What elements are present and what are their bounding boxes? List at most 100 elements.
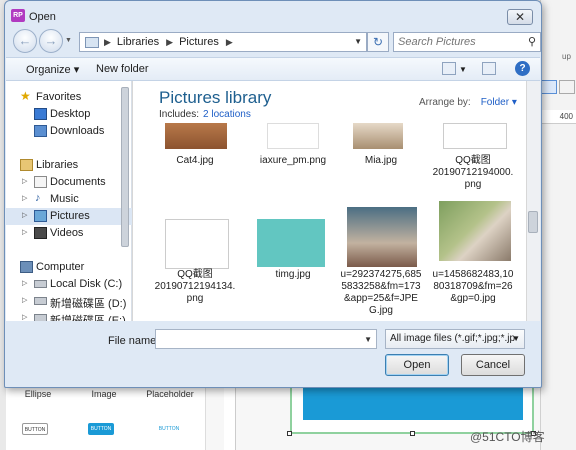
file-item[interactable]: Mia.jpg: [335, 155, 427, 167]
widget-placeholder-label[interactable]: Placeholder: [140, 389, 200, 399]
sidebar-item-drive-d[interactable]: ▷ 新增磁碟區 (D:): [6, 293, 132, 310]
file-list-pane: Pictures library Includes: 2 locations Ar…: [133, 81, 540, 321]
arrange-by: Arrange by: Folder ▾: [419, 97, 517, 108]
file-item[interactable]: timg.jpg: [247, 269, 339, 281]
forward-button[interactable]: →: [39, 29, 63, 53]
arrange-label: Arrange by:: [419, 97, 471, 108]
file-name: timg.jpg: [275, 269, 311, 280]
sidebar-item-label: Music: [50, 193, 79, 205]
canvas-blue-rectangle[interactable]: [303, 388, 523, 420]
file-name-combobox[interactable]: ▼: [155, 329, 377, 349]
sidebar-item-drive-e[interactable]: ▷ 新增磁碟區 (E:): [6, 310, 132, 321]
axure-app-icon: RP: [11, 9, 25, 22]
preview-pane-icon[interactable]: [482, 62, 496, 75]
file-name: QQ截图 20190712194000. png: [432, 155, 514, 190]
file-list-scrollbar[interactable]: [526, 81, 540, 321]
music-icon: ♪: [35, 192, 41, 204]
dialog-title: Open: [29, 11, 56, 23]
includes-locations-link[interactable]: 2 locations: [203, 109, 251, 120]
file-name-input[interactable]: [156, 330, 356, 348]
drive-icon: [34, 314, 47, 321]
sidebar-item-label: Local Disk (C:): [50, 278, 123, 290]
address-bar[interactable]: ▶ Libraries ▶ Pictures ▶ ▼: [79, 32, 367, 52]
file-item[interactable]: iaxure_pm.png: [247, 155, 339, 167]
address-dropdown-icon[interactable]: ▼: [354, 37, 362, 46]
sidebar-item-downloads[interactable]: Downloads: [6, 123, 132, 140]
sidebar-item-favorites[interactable]: ★ Favorites: [6, 89, 132, 106]
sidebar-item-music[interactable]: ▷ ♪ Music: [6, 191, 132, 208]
file-name: QQ截图 20190712194134. png: [154, 269, 236, 304]
recent-locations-dropdown-icon[interactable]: ▼: [65, 37, 72, 44]
sidebar-scrollbar[interactable]: [121, 87, 129, 247]
documents-icon: [34, 176, 47, 188]
file-item[interactable]: Cat4.jpg: [149, 155, 241, 167]
close-button[interactable]: ✕: [507, 9, 533, 25]
change-view-icon[interactable]: [442, 62, 456, 75]
folder-icon: [85, 37, 99, 48]
organize-menu[interactable]: Organize ▾: [26, 63, 79, 76]
widget-button-primary[interactable]: BUTTON: [88, 423, 114, 435]
expand-arrow-icon[interactable]: ▷: [22, 211, 27, 219]
breadcrumb-libraries[interactable]: Libraries: [117, 36, 159, 48]
file-thumbnail: [347, 207, 417, 267]
sidebar-item-label: Libraries: [36, 159, 79, 171]
file-name: u=1458682483,10 80318709&fm=26 &gp=0.jpg: [432, 269, 514, 304]
view-dropdown-icon[interactable]: ▼: [459, 65, 467, 74]
includes-label: Includes:: [159, 109, 200, 120]
desktop-icon: [34, 108, 47, 120]
file-type-filter[interactable]: All image files (*.gif;*.jpg;*.jp ▼: [385, 329, 525, 349]
expand-arrow-icon[interactable]: ▷: [22, 177, 27, 185]
resize-handle-bottom-left[interactable]: [287, 431, 292, 436]
expand-arrow-icon[interactable]: ▷: [22, 194, 27, 202]
sidebar-item-computer[interactable]: Computer: [6, 259, 132, 276]
file-list-scrollbar-thumb[interactable]: [528, 211, 538, 233]
library-title: Pictures library: [159, 88, 272, 107]
drive-icon: [34, 297, 47, 305]
file-item[interactable]: u=292374275,685 5833258&fm=173 &app=25&f…: [335, 269, 427, 317]
back-button[interactable]: ←: [13, 29, 37, 53]
resize-handle-bottom-center[interactable]: [410, 431, 415, 436]
sidebar-item-documents[interactable]: ▷ Documents: [6, 174, 132, 191]
file-thumbnail: [257, 219, 325, 267]
background-align-button[interactable]: [541, 80, 557, 94]
widget-button-default[interactable]: BUTTON: [22, 423, 48, 435]
file-tiles: Cat4.jpg iaxure_pm.png Mia.jpg QQ截图 2019…: [143, 123, 523, 321]
search-input[interactable]: [398, 35, 518, 49]
file-name-dropdown-icon[interactable]: ▼: [364, 335, 372, 344]
file-thumbnail: [443, 123, 507, 149]
file-item[interactable]: QQ截图 20190712194134. png: [149, 269, 241, 305]
breadcrumb-separator-icon[interactable]: ▶: [166, 37, 173, 47]
widget-button-link[interactable]: BUTTON: [156, 423, 182, 435]
widget-image-label[interactable]: Image: [74, 389, 134, 399]
widget-ellipse-label[interactable]: Ellipse: [8, 389, 68, 399]
background-right-panel: [540, 0, 576, 450]
command-toolbar: Organize ▾ New folder ▼ ?: [6, 57, 540, 81]
file-name: iaxure_pm.png: [259, 155, 327, 166]
expand-arrow-icon[interactable]: ▷: [22, 228, 27, 236]
sidebar-item-videos[interactable]: ▷ Videos: [6, 225, 132, 242]
sidebar-item-label: Pictures: [50, 210, 90, 222]
sidebar-item-label: Downloads: [50, 125, 105, 137]
breadcrumb-pictures[interactable]: Pictures: [179, 36, 219, 48]
sidebar-item-libraries[interactable]: Libraries: [6, 157, 132, 174]
breadcrumb-separator-icon[interactable]: ▶: [226, 37, 233, 47]
open-button[interactable]: Open: [385, 354, 449, 376]
sidebar-item-pictures[interactable]: ▷ Pictures: [6, 208, 132, 225]
cancel-button[interactable]: Cancel: [461, 354, 525, 376]
search-box[interactable]: ⚲: [393, 32, 541, 52]
filter-dropdown-icon[interactable]: ▼: [512, 330, 520, 348]
expand-arrow-icon[interactable]: ▷: [22, 313, 27, 321]
help-icon[interactable]: ?: [515, 61, 530, 76]
file-item[interactable]: u=1458682483,10 80318709&fm=26 &gp=0.jpg: [427, 269, 519, 305]
sidebar-item-desktop[interactable]: Desktop: [6, 106, 132, 123]
breadcrumb-separator-icon[interactable]: ▶: [104, 37, 111, 47]
background-align-button-2[interactable]: [559, 80, 575, 94]
expand-arrow-icon[interactable]: ▷: [22, 279, 27, 287]
new-folder-button[interactable]: New folder: [96, 63, 149, 75]
search-icon[interactable]: ⚲: [528, 35, 536, 48]
refresh-button[interactable]: ↻: [367, 32, 389, 52]
expand-arrow-icon[interactable]: ▷: [22, 296, 27, 304]
sidebar-item-local-disk-c[interactable]: ▷ Local Disk (C:): [6, 276, 132, 293]
arrange-by-dropdown[interactable]: Folder ▾: [481, 97, 517, 108]
file-item[interactable]: QQ截图 20190712194000. png: [427, 155, 519, 191]
